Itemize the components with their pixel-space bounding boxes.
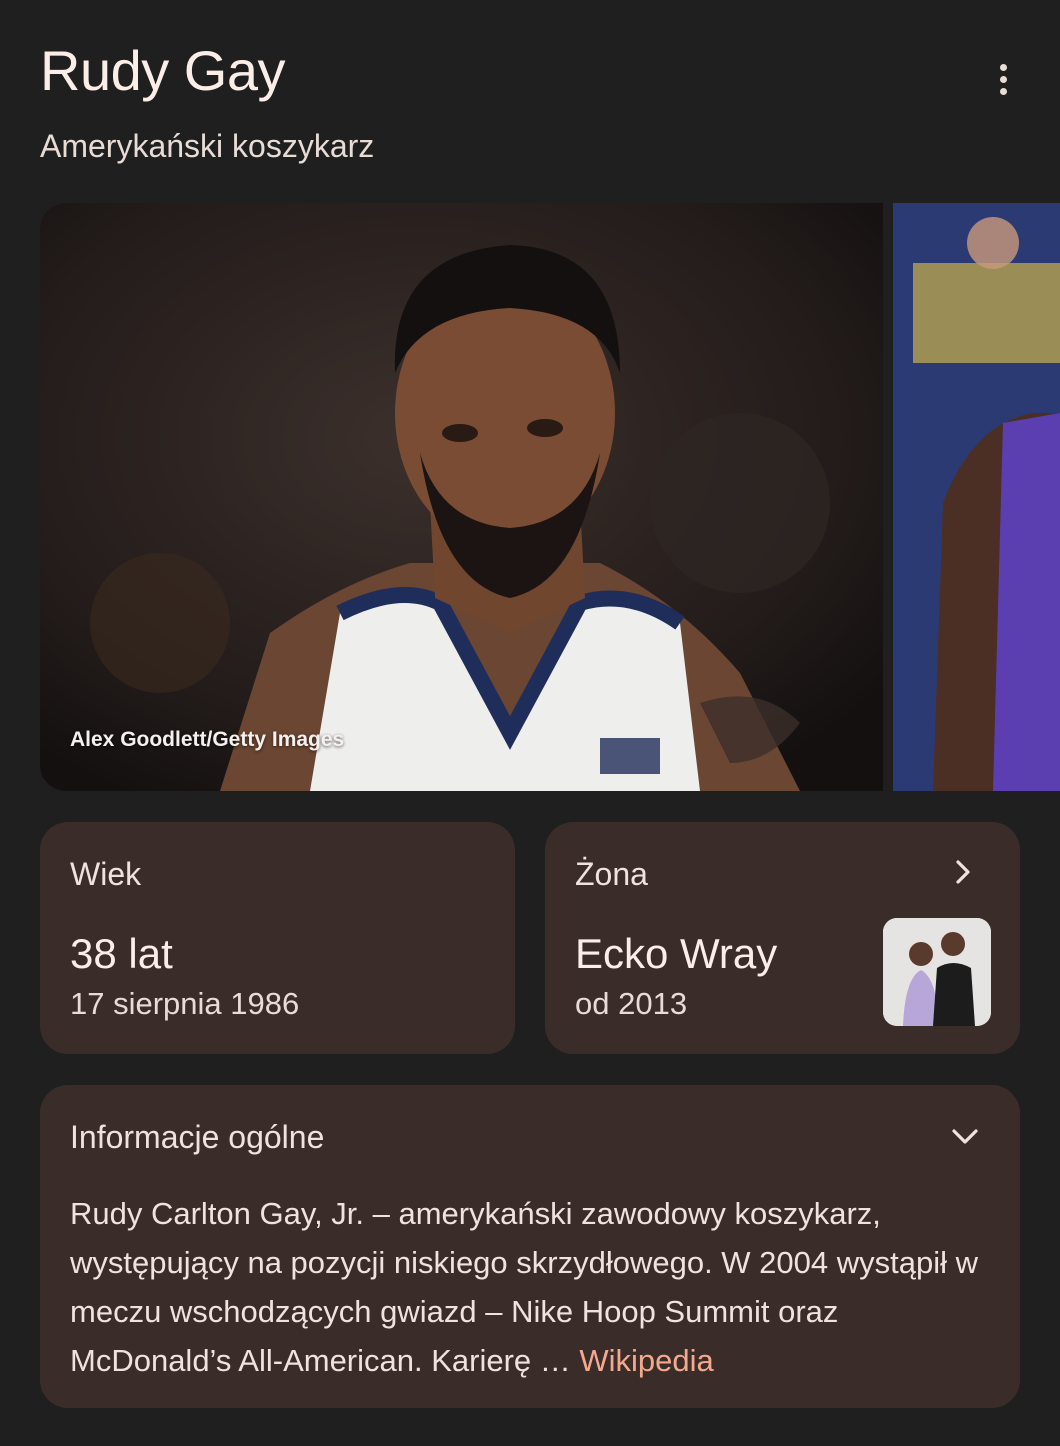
age-card: Wiek 38 lat 17 sierpnia 1986 bbox=[40, 822, 515, 1054]
spouse-card[interactable]: Żona Ecko Wray od 2013 bbox=[545, 822, 1020, 1054]
page-title: Rudy Gay bbox=[40, 39, 286, 102]
age-label: Wiek bbox=[70, 856, 142, 892]
photo-credit: Alex Goodlett/Getty Images bbox=[70, 728, 345, 751]
player-action-image bbox=[893, 203, 1060, 791]
birth-date: 17 sierpnia 1986 bbox=[70, 986, 300, 1021]
overview-ellipsis: … bbox=[531, 1343, 580, 1378]
spouse-label: Żona bbox=[575, 856, 648, 892]
overview-card: Informacje ogólne Rudy Carlton Gay, Jr. … bbox=[40, 1085, 1020, 1408]
overview-title: Informacje ogólne bbox=[70, 1119, 325, 1155]
page-subtitle: Amerykański koszykarz bbox=[40, 128, 375, 164]
overview-text: Rudy Carlton Gay, Jr. – amerykański zawo… bbox=[70, 1189, 1000, 1385]
main-photo[interactable]: Alex Goodlett/Getty Images bbox=[40, 203, 883, 791]
chevron-right-icon bbox=[956, 860, 970, 884]
spouse-name: Ecko Wray bbox=[575, 930, 778, 977]
age-value: 38 lat bbox=[70, 930, 173, 977]
knowledge-panel: Rudy Gay Amerykański koszykarz Alex Good… bbox=[0, 0, 1060, 1446]
spouse-thumbnail bbox=[883, 918, 991, 1026]
more-options-button[interactable] bbox=[980, 56, 1026, 102]
image-carousel[interactable]: Alex Goodlett/Getty Images bbox=[40, 203, 1060, 791]
overview-description: Rudy Carlton Gay, Jr. – amerykański zawo… bbox=[70, 1196, 979, 1378]
spouse-since: od 2013 bbox=[575, 986, 688, 1021]
more-vert-icon bbox=[999, 63, 1007, 71]
player-portrait-image bbox=[40, 203, 883, 791]
wikipedia-link[interactable]: Wikipedia bbox=[579, 1343, 713, 1378]
chevron-down-icon[interactable] bbox=[948, 1119, 982, 1153]
second-photo[interactable] bbox=[893, 203, 1060, 791]
